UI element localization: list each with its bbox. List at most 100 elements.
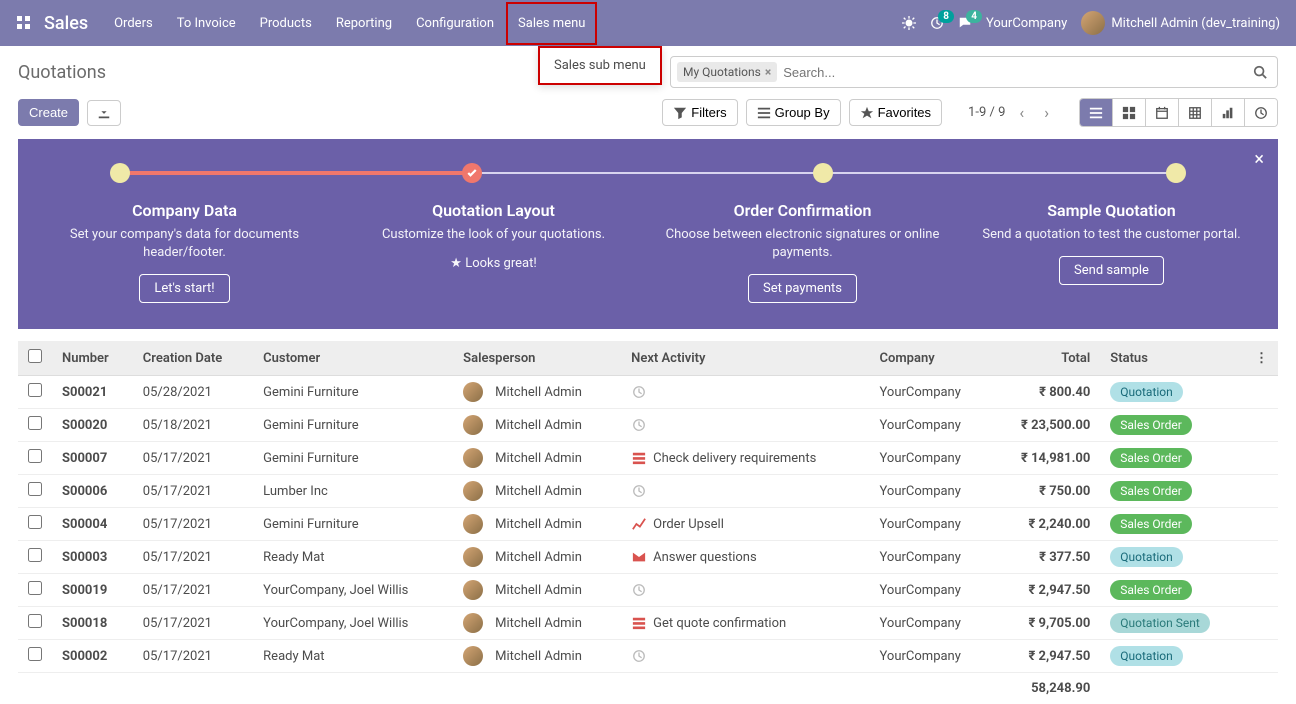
cell-number: S00007 — [52, 442, 133, 475]
col-company[interactable]: Company — [870, 341, 993, 376]
clock-icon[interactable] — [631, 582, 647, 598]
footer-total: 58,248.90 — [992, 673, 1100, 704]
nav-sales-menu[interactable]: Sales menu — [506, 2, 597, 45]
cell-company: YourCompany — [870, 409, 993, 442]
clock-icon[interactable] — [631, 483, 647, 499]
row-checkbox[interactable] — [28, 416, 42, 430]
import-button[interactable] — [87, 100, 121, 126]
row-checkbox[interactable] — [28, 515, 42, 529]
cell-salesperson: Mitchell Admin — [453, 574, 621, 607]
cell-status: Sales Order — [1100, 409, 1245, 442]
pager-next-icon[interactable]: › — [1038, 99, 1055, 126]
clock-icon[interactable] — [631, 648, 647, 664]
activities-icon[interactable]: 8 — [930, 16, 944, 30]
onboard-step-order-confirmation: Order Confirmation Choose between electr… — [648, 201, 957, 303]
search-input[interactable] — [777, 61, 1249, 84]
list-icon[interactable] — [631, 450, 647, 466]
search-icon[interactable] — [1249, 61, 1271, 84]
table-row[interactable]: S0002105/28/2021Gemini FurnitureMitchell… — [18, 376, 1278, 409]
table-row[interactable]: S0000405/17/2021Gemini FurnitureMitchell… — [18, 508, 1278, 541]
row-checkbox[interactable] — [28, 614, 42, 628]
row-checkbox[interactable] — [28, 449, 42, 463]
facet-remove-icon[interactable]: × — [765, 65, 771, 79]
col-status[interactable]: Status — [1100, 341, 1245, 376]
set-payments-button[interactable]: Set payments — [748, 274, 857, 303]
groupby-button[interactable]: Group By — [746, 99, 841, 126]
row-checkbox[interactable] — [28, 548, 42, 562]
clock-icon[interactable] — [631, 384, 647, 400]
view-calendar-icon[interactable] — [1146, 99, 1179, 126]
user-menu[interactable]: Mitchell Admin (dev_training) — [1081, 11, 1280, 35]
cell-status: Sales Order — [1100, 442, 1245, 475]
table-row[interactable]: S0000605/17/2021Lumber IncMitchell Admin… — [18, 475, 1278, 508]
cell-total: ₹ 14,981.00 — [992, 442, 1100, 475]
col-creation-date[interactable]: Creation Date — [133, 341, 253, 376]
send-sample-button[interactable]: Send sample — [1059, 256, 1164, 285]
brand-title[interactable]: Sales — [44, 13, 88, 34]
onboard-close-icon[interactable]: × — [1254, 149, 1264, 170]
view-list-icon[interactable] — [1080, 99, 1113, 126]
company-switcher[interactable]: YourCompany — [986, 16, 1067, 31]
row-checkbox[interactable] — [28, 383, 42, 397]
cell-number: S00018 — [52, 607, 133, 640]
table-row[interactable]: S0001905/17/2021YourCompany, Joel Willis… — [18, 574, 1278, 607]
status-badge: Sales Order — [1110, 481, 1192, 501]
view-kanban-icon[interactable] — [1113, 99, 1146, 126]
nav-orders[interactable]: Orders — [102, 2, 165, 45]
pager-text[interactable]: 1-9 / 9 — [968, 105, 1005, 120]
salesperson-avatar-icon — [463, 514, 483, 534]
apps-icon[interactable] — [8, 15, 40, 31]
view-graph-icon[interactable] — [1212, 99, 1245, 126]
status-badge: Quotation — [1110, 382, 1182, 402]
messages-icon[interactable]: 4 — [958, 16, 972, 30]
row-checkbox[interactable] — [28, 482, 42, 496]
favorites-button[interactable]: Favorites — [849, 99, 942, 126]
cell-salesperson: Mitchell Admin — [453, 640, 621, 673]
col-options-icon[interactable]: ⋮ — [1245, 341, 1278, 376]
sales-submenu-dropdown[interactable]: Sales sub menu — [538, 46, 662, 85]
cell-date: 05/18/2021 — [133, 409, 253, 442]
cell-total: ₹ 9,705.00 — [992, 607, 1100, 640]
cell-total: ₹ 750.00 — [992, 475, 1100, 508]
table-row[interactable]: S0000705/17/2021Gemini FurnitureMitchell… — [18, 442, 1278, 475]
nav-to-invoice[interactable]: To Invoice — [165, 2, 248, 45]
create-button[interactable]: Create — [18, 99, 79, 126]
cell-customer: Ready Mat — [253, 541, 453, 574]
lets-start-button[interactable]: Let's start! — [139, 274, 229, 303]
view-pivot-icon[interactable] — [1179, 99, 1212, 126]
cell-status: Sales Order — [1100, 475, 1245, 508]
clock-icon[interactable] — [631, 417, 647, 433]
table-row[interactable]: S0000305/17/2021Ready MatMitchell AdminA… — [18, 541, 1278, 574]
cell-date: 05/17/2021 — [133, 541, 253, 574]
nav-configuration[interactable]: Configuration — [404, 2, 506, 45]
table-row[interactable]: S0001805/17/2021YourCompany, Joel Willis… — [18, 607, 1278, 640]
search-box[interactable]: My Quotations × — [670, 56, 1278, 88]
nav-products[interactable]: Products — [248, 2, 324, 45]
nav-reporting[interactable]: Reporting — [324, 2, 404, 45]
messages-badge: 4 — [966, 10, 982, 23]
row-checkbox[interactable] — [28, 581, 42, 595]
col-total[interactable]: Total — [992, 341, 1100, 376]
top-navbar: Sales Orders To Invoice Products Reporti… — [0, 0, 1296, 46]
progress-dot-2-done — [462, 163, 482, 183]
filters-button[interactable]: Filters — [662, 99, 737, 126]
cell-status: Quotation Sent — [1100, 607, 1245, 640]
groupby-label: Group By — [775, 105, 830, 120]
table-row[interactable]: S0000205/17/2021Ready MatMitchell AdminY… — [18, 640, 1278, 673]
col-salesperson[interactable]: Salesperson — [453, 341, 621, 376]
col-next-activity[interactable]: Next Activity — [621, 341, 869, 376]
mail-icon[interactable] — [631, 549, 647, 565]
chart-icon[interactable] — [631, 516, 647, 532]
cell-customer: Gemini Furniture — [253, 376, 453, 409]
cell-customer: Lumber Inc — [253, 475, 453, 508]
view-activity-icon[interactable] — [1245, 99, 1277, 126]
list-icon[interactable] — [631, 615, 647, 631]
select-all-checkbox[interactable] — [28, 349, 42, 363]
col-customer[interactable]: Customer — [253, 341, 453, 376]
row-checkbox[interactable] — [28, 647, 42, 661]
pager-prev-icon[interactable]: ‹ — [1013, 99, 1030, 126]
table-row[interactable]: S0002005/18/2021Gemini FurnitureMitchell… — [18, 409, 1278, 442]
cell-total: ₹ 2,947.50 — [992, 574, 1100, 607]
debug-icon[interactable] — [902, 16, 916, 30]
col-number[interactable]: Number — [52, 341, 133, 376]
